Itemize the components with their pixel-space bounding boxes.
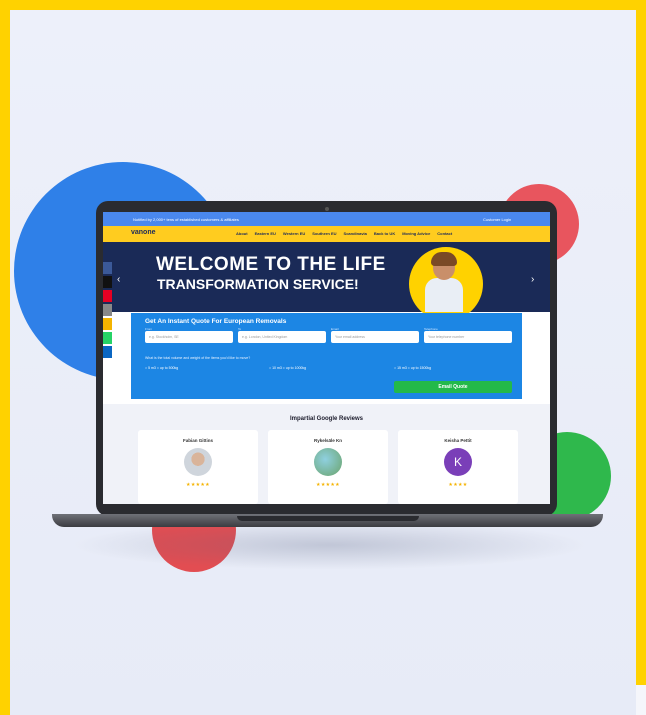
nav-item-back-to-uk[interactable]: Back to UK: [374, 231, 395, 236]
volume-option-5m3[interactable]: ○ 5 m3 = up to 500kg: [145, 366, 178, 370]
frame-border-right: [636, 0, 646, 685]
hero-prev-arrow-icon[interactable]: ‹: [117, 274, 120, 285]
nav-item-contact[interactable]: Contact: [437, 231, 452, 236]
reviewer-name: Rykelsäle Kn: [313, 438, 342, 443]
laptop-notch: [237, 516, 419, 521]
reviewer-name: Fabian Gittins: [182, 438, 213, 443]
x-icon[interactable]: [103, 276, 112, 288]
hero-next-arrow-icon[interactable]: ›: [531, 274, 534, 285]
avatar: K: [444, 448, 472, 476]
rating-stars: ★★★★★: [316, 482, 340, 488]
nav-item-western-eu[interactable]: Western EU: [283, 231, 305, 236]
avatar: [314, 448, 342, 476]
from-input[interactable]: e.g. Stockholm, SE: [145, 331, 233, 343]
email-quote-button[interactable]: Email Quote: [394, 381, 512, 393]
customer-login-link[interactable]: Customer Login: [483, 217, 511, 222]
review-card[interactable]: Keisha Pettit K ★★★★: [398, 430, 518, 504]
logo-text: vanone: [131, 229, 156, 236]
camera-icon: [325, 207, 329, 211]
volume-option-label: 10 m3 = up to 1000kg: [272, 366, 307, 370]
nav-item-scandinavia[interactable]: Scandinavia: [344, 231, 367, 236]
email-icon[interactable]: [103, 304, 112, 316]
topbar-text: Notified by 2,000+ tens of established c…: [133, 217, 239, 222]
volume-option-15m3[interactable]: ○ 15 m3 = up to 1500kg: [394, 366, 431, 370]
nav-item-about[interactable]: About: [236, 231, 248, 236]
promo-frame: Notified by 2,000+ tens of established c…: [0, 0, 646, 715]
hero-title-line1: WELCOME TO THE LIFE: [156, 254, 386, 275]
nav-menu: About Eastern EU Western EU Southern EU …: [236, 231, 452, 236]
email-input[interactable]: Your email address: [331, 331, 419, 343]
facebook-icon[interactable]: [103, 262, 112, 274]
social-share-bar: [103, 262, 112, 360]
hero-title-line2: TRANSFORMATION SERVICE!: [157, 276, 359, 292]
review-card[interactable]: Fabian Gittins ★★★★★: [138, 430, 258, 504]
volume-option-label: 15 m3 = up to 1500kg: [397, 366, 432, 370]
frame-border-left: [0, 0, 10, 715]
site-logo[interactable]: vanone: [131, 229, 156, 236]
volume-option-label: 5 m3 = up to 500kg: [148, 366, 179, 370]
volume-question: What is the total volume and weight of t…: [145, 356, 251, 360]
nav-item-southern-eu[interactable]: Southern EU: [312, 231, 336, 236]
rating-stars: ★★★★★: [186, 482, 210, 488]
whatsapp-icon[interactable]: [103, 332, 112, 344]
to-input[interactable]: e.g. London, United Kingdom: [238, 331, 326, 343]
nav-item-eastern-eu[interactable]: Eastern EU: [255, 231, 276, 236]
hero-person-hair: [431, 252, 457, 266]
bookmark-icon[interactable]: [103, 318, 112, 330]
volume-option-10m3[interactable]: ○ 10 m3 = up to 1000kg: [269, 366, 306, 370]
nav-item-moving-advice[interactable]: Moving Advice: [402, 231, 430, 236]
review-card[interactable]: Rykelsäle Kn ★★★★★: [268, 430, 388, 504]
avatar: [184, 448, 212, 476]
hero-person-body: [425, 278, 463, 312]
reviewer-name: Keisha Pettit: [444, 438, 472, 443]
linkedin-icon[interactable]: [103, 346, 112, 358]
rating-stars: ★★★★: [448, 482, 468, 488]
frame-border-top: [0, 0, 646, 10]
laptop-shadow: [70, 520, 590, 570]
telephone-input[interactable]: Your telephone number: [424, 331, 512, 343]
quote-title: Get An Instant Quote For European Remova…: [145, 318, 287, 325]
laptop-screen: Notified by 2,000+ tens of established c…: [103, 212, 550, 504]
pinterest-icon[interactable]: [103, 290, 112, 302]
reviews-title: Impartial Google Reviews: [289, 416, 364, 422]
site-topbar: Notified by 2,000+ tens of established c…: [103, 212, 550, 226]
